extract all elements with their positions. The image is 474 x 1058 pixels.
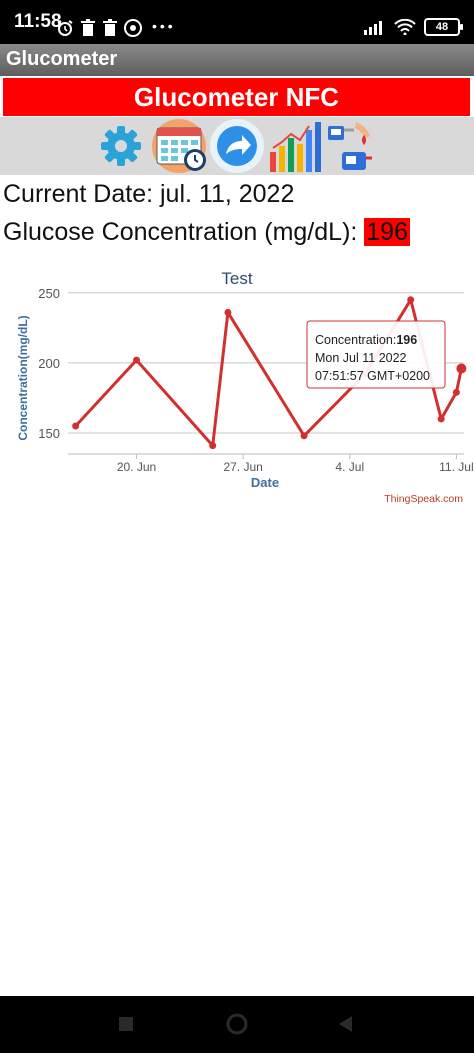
- chart-title: Test: [221, 269, 252, 288]
- chrome-icon: [124, 19, 142, 37]
- stats-button[interactable]: [266, 117, 326, 175]
- glucose-chart[interactable]: Test 150 200 250 20. Jun 27. Jun 4. Jul 11. Jul…: [0, 262, 474, 512]
- data-point: [407, 296, 415, 304]
- glucose-line: Glucose Concentration (mg/dL): 196: [3, 218, 410, 247]
- chart-svg: Test 150 200 250 20. Jun 27. Jun 4. Jul 11. Jul…: [16, 269, 474, 505]
- glucose-meter-icon: [328, 122, 372, 170]
- share-arrow-icon: [210, 119, 264, 173]
- bar-chart-icon: [270, 122, 321, 172]
- data-point: [133, 356, 141, 364]
- trash-icon: [103, 19, 117, 36]
- calendar-clock-icon: [152, 119, 206, 173]
- trash-icon: [81, 19, 95, 36]
- signal-icon: [364, 21, 382, 35]
- tooltip-date: Mon Jul 11 2022: [315, 351, 407, 365]
- status-time: 11:58: [14, 11, 62, 32]
- x-tick-label: 20. Jun: [117, 460, 156, 474]
- battery-icon: 48: [424, 18, 463, 36]
- glucose-label: Glucose Concentration (mg/dL):: [3, 218, 365, 246]
- x-axis-label: Date: [251, 475, 279, 490]
- status-system-icons: 48: [364, 18, 463, 36]
- home-button[interactable]: [226, 1013, 248, 1035]
- data-point: [300, 432, 308, 440]
- y-tick-label: 150: [38, 426, 60, 441]
- x-tick-label: 4. Jul: [335, 460, 364, 474]
- wifi-icon: [394, 19, 416, 35]
- toolbar: [0, 117, 474, 175]
- data-point: [437, 415, 445, 423]
- status-bar: 11:58 ••• 48: [0, 0, 474, 44]
- back-button[interactable]: [339, 1016, 352, 1032]
- recents-button[interactable]: [119, 1017, 133, 1031]
- settings-button[interactable]: [98, 117, 144, 175]
- navigation-bar: [0, 996, 474, 1053]
- y-axis-label: Concentration(mg/dL): [16, 315, 30, 440]
- data-point: [72, 422, 80, 430]
- tooltip-label: Concentration:: [315, 333, 396, 347]
- data-point: [456, 363, 467, 374]
- app-bar: Glucometer: [0, 44, 474, 76]
- status-notification-icons: •••: [56, 18, 176, 38]
- alarm-icon: [57, 20, 73, 36]
- back-icon: [339, 1016, 352, 1032]
- tooltip-value-line: Concentration:196: [315, 333, 417, 347]
- x-tick-label: 11. Jul: [439, 460, 473, 474]
- glucose-meter-button[interactable]: [326, 117, 376, 175]
- data-point: [209, 442, 217, 450]
- app-title: Glucometer: [6, 48, 118, 70]
- current-date: Current Date: jul. 11, 2022: [3, 180, 295, 208]
- share-button[interactable]: [208, 117, 266, 175]
- calendar-button[interactable]: [150, 117, 210, 175]
- more-icon: •••: [152, 18, 176, 34]
- thingspeak-credit: ThingSpeak.com: [384, 493, 463, 505]
- data-point: [224, 308, 232, 316]
- nav-buttons: [119, 1013, 352, 1035]
- nfc-banner: Glucometer NFC: [3, 78, 470, 116]
- recents-icon: [119, 1017, 133, 1031]
- glucose-value: 196: [364, 218, 410, 246]
- tooltip-value: 196: [396, 333, 417, 347]
- gear-icon: [101, 126, 141, 166]
- y-tick-label: 200: [38, 356, 60, 371]
- y-tick-label: 250: [38, 286, 60, 301]
- tooltip-time: 07:51:57 GMT+0200: [315, 369, 430, 383]
- home-icon: [226, 1013, 248, 1035]
- x-tick-label: 27. Jun: [223, 460, 262, 474]
- data-point: [452, 388, 460, 396]
